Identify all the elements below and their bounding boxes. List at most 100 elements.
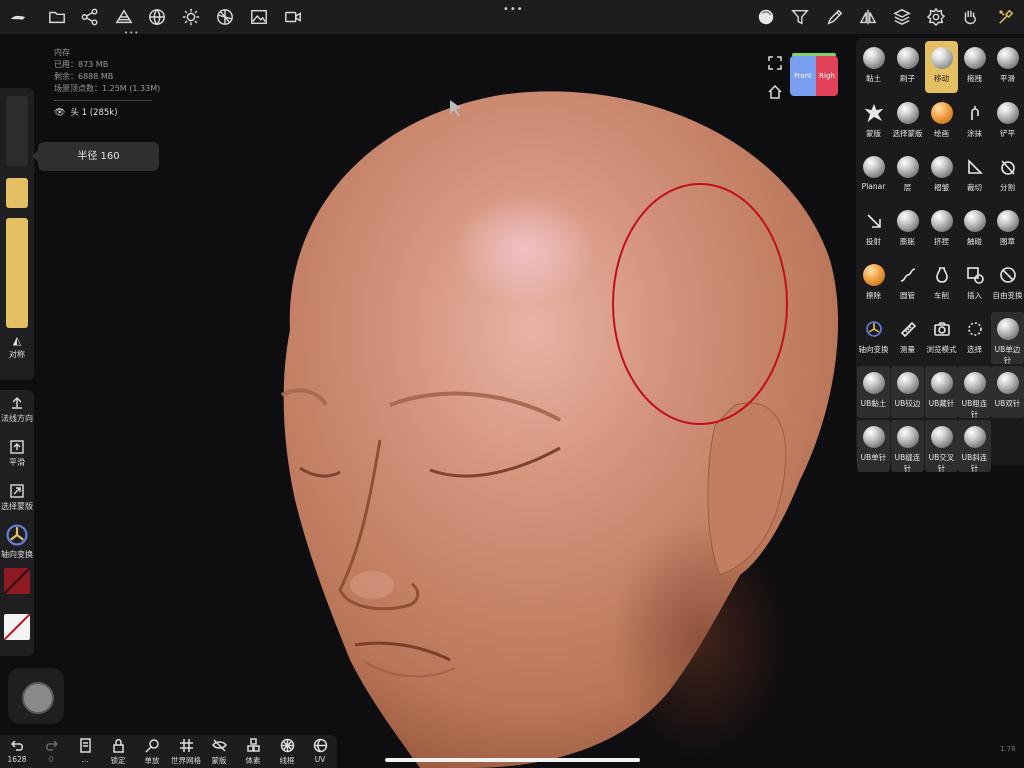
more-options-dots[interactable]: ••• [503, 4, 524, 15]
tool-ub-clay[interactable]: UB黏土 [857, 366, 890, 418]
tool-axis-transform[interactable]: 轴向变换 [857, 312, 890, 364]
undo-button[interactable]: 1628 [0, 738, 34, 764]
tool-clay[interactable]: 黏土 [857, 41, 890, 93]
secondary-color-swatch[interactable] [4, 614, 30, 640]
tool-touch[interactable]: 触碰 [958, 204, 991, 256]
planar-brush-icon [862, 156, 885, 178]
fullscreen-icon[interactable] [768, 55, 782, 70]
tool-paint[interactable]: 绘画 [925, 96, 958, 148]
tool-brush[interactable]: 刷子 [891, 41, 924, 93]
tool-ub-single-stitch[interactable]: UB单针 [857, 420, 890, 472]
redo-button[interactable]: 0 [34, 738, 68, 764]
tool-label: UB粗连针 [961, 399, 988, 419]
erase-brush-icon [862, 264, 885, 286]
tool-label: UB单针 [860, 453, 887, 462]
eye-visibility-icon[interactable]: 👁 [54, 107, 65, 119]
tool-erase[interactable]: 擦除 [857, 258, 890, 310]
tool-select[interactable]: 选择 [958, 312, 991, 364]
tool-crease[interactable]: 褶皱 [925, 150, 958, 202]
wireframe-button[interactable]: 线框 [270, 738, 304, 766]
smooth-button[interactable]: 平滑 [0, 440, 34, 468]
touch-brush-icon [963, 210, 986, 232]
tools-wrench-icon[interactable] [996, 7, 1016, 27]
object-menu-button[interactable]: ... [68, 738, 102, 764]
radius-slider[interactable] [6, 178, 28, 208]
tool-drag[interactable]: 拖拽 [958, 41, 991, 93]
symmetry-toggle[interactable]: ◭ 对称 [0, 334, 34, 360]
solo-button[interactable]: 单放 [135, 738, 169, 766]
axis-transform-label: 轴向变换 [1, 550, 33, 559]
tool-ub-double-stitch[interactable]: UB双针 [991, 366, 1024, 418]
tool-move[interactable]: 移动 [925, 41, 958, 93]
tool-ub-thick-stitch[interactable]: UB粗连针 [958, 366, 991, 419]
tool-lathe[interactable]: 车削 [925, 258, 958, 310]
tool-label: UB藏针 [928, 399, 955, 408]
tool-smooth[interactable]: 平滑 [991, 41, 1024, 93]
primary-color-swatch[interactable] [4, 568, 30, 594]
world-grid-button[interactable]: 世界网格 [169, 738, 203, 766]
pen-icon[interactable] [825, 7, 845, 27]
tool-ub-seam-stitch[interactable]: UB缝连针 [891, 420, 924, 473]
tool-label: 浏览模式 [926, 345, 957, 354]
tool-free-transform[interactable]: 自由变换 [991, 258, 1024, 310]
tool-view-mode[interactable]: 浏览模式 [925, 312, 958, 364]
normal-direction-button[interactable]: 法线方向 [0, 396, 34, 424]
tool-ub-hinge[interactable]: UB铰边 [891, 366, 924, 418]
tool-label: UB黏土 [860, 399, 887, 408]
tool-layer[interactable]: 层 [891, 150, 924, 202]
scene-graph-icon[interactable] [80, 7, 100, 27]
strength-slider-track[interactable] [6, 96, 28, 166]
navigation-joystick[interactable] [8, 668, 64, 724]
material-ball-icon[interactable] [756, 7, 776, 27]
camera-icon[interactable] [283, 7, 303, 27]
settings-gear-icon[interactable] [926, 7, 946, 27]
intensity-slider[interactable] [6, 218, 28, 328]
shading-icon[interactable] [215, 7, 235, 27]
tool-mask[interactable]: 蒙版 [857, 96, 890, 148]
tool-measure[interactable]: 测量 [891, 312, 924, 364]
tool-tube[interactable]: 圆管 [891, 258, 924, 310]
topology-icon[interactable] [114, 7, 134, 27]
light-icon[interactable] [181, 7, 201, 27]
select-mask-button[interactable]: 选择蒙版 [0, 484, 34, 512]
home-view-icon[interactable] [768, 84, 782, 99]
voxel-button[interactable]: 体素 [236, 738, 270, 766]
tool-split[interactable]: 分割 [991, 150, 1024, 202]
tool-pinch[interactable]: 挤捏 [925, 204, 958, 256]
app-logo-icon[interactable] [8, 7, 28, 27]
ub-hinge-icon [896, 372, 919, 394]
tool-smudge[interactable]: 涂抹 [958, 96, 991, 148]
uv-button[interactable]: UV [303, 738, 337, 764]
layers-icon[interactable] [892, 7, 912, 27]
stamp-brush-icon [996, 210, 1019, 232]
globe-icon[interactable] [147, 7, 167, 27]
lock-button[interactable]: 锁定 [101, 738, 135, 766]
tool-insert[interactable]: 插入 [958, 258, 991, 310]
image-icon[interactable] [249, 7, 269, 27]
home-indicator[interactable] [385, 758, 640, 762]
move-brush-icon [930, 47, 953, 69]
tool-ub-cross-stitch[interactable]: UB交叉针 [925, 420, 958, 473]
view-cube-front[interactable]: Front [790, 56, 816, 96]
ub-hidden-stitch-icon [930, 372, 953, 394]
symmetry-icon[interactable] [858, 7, 878, 27]
tool-trim[interactable]: 裁切 [958, 150, 991, 202]
folder-icon[interactable] [47, 7, 67, 27]
gesture-hand-icon[interactable] [960, 7, 980, 27]
tool-planar[interactable]: Planar [857, 150, 890, 202]
tool-stamp[interactable]: 图章 [991, 204, 1024, 256]
tool-inflate[interactable]: 膨胀 [891, 204, 924, 256]
active-object-row[interactable]: 👁 头 1 (285k) [54, 107, 160, 119]
tool-ub-hidden-stitch[interactable]: UB藏针 [925, 366, 958, 418]
tool-select-mask[interactable]: 选择蒙版 [891, 96, 924, 148]
tool-project[interactable]: 投射 [857, 204, 890, 256]
camera-icon [931, 318, 953, 340]
mask-visibility-button[interactable]: 蒙版 [202, 738, 236, 766]
tool-ub-single-edge[interactable]: UB单边针 [991, 312, 1024, 365]
filter-icon[interactable] [790, 7, 810, 27]
axis-transform-button[interactable]: 轴向变换 [0, 524, 34, 560]
view-cube-right[interactable]: Righ [816, 56, 838, 96]
tool-flatten[interactable]: 铲平 [991, 96, 1024, 148]
tool-ub-slant-stitch[interactable]: UB斜连针 [958, 420, 991, 473]
view-cube[interactable]: Front Righ [790, 53, 838, 96]
